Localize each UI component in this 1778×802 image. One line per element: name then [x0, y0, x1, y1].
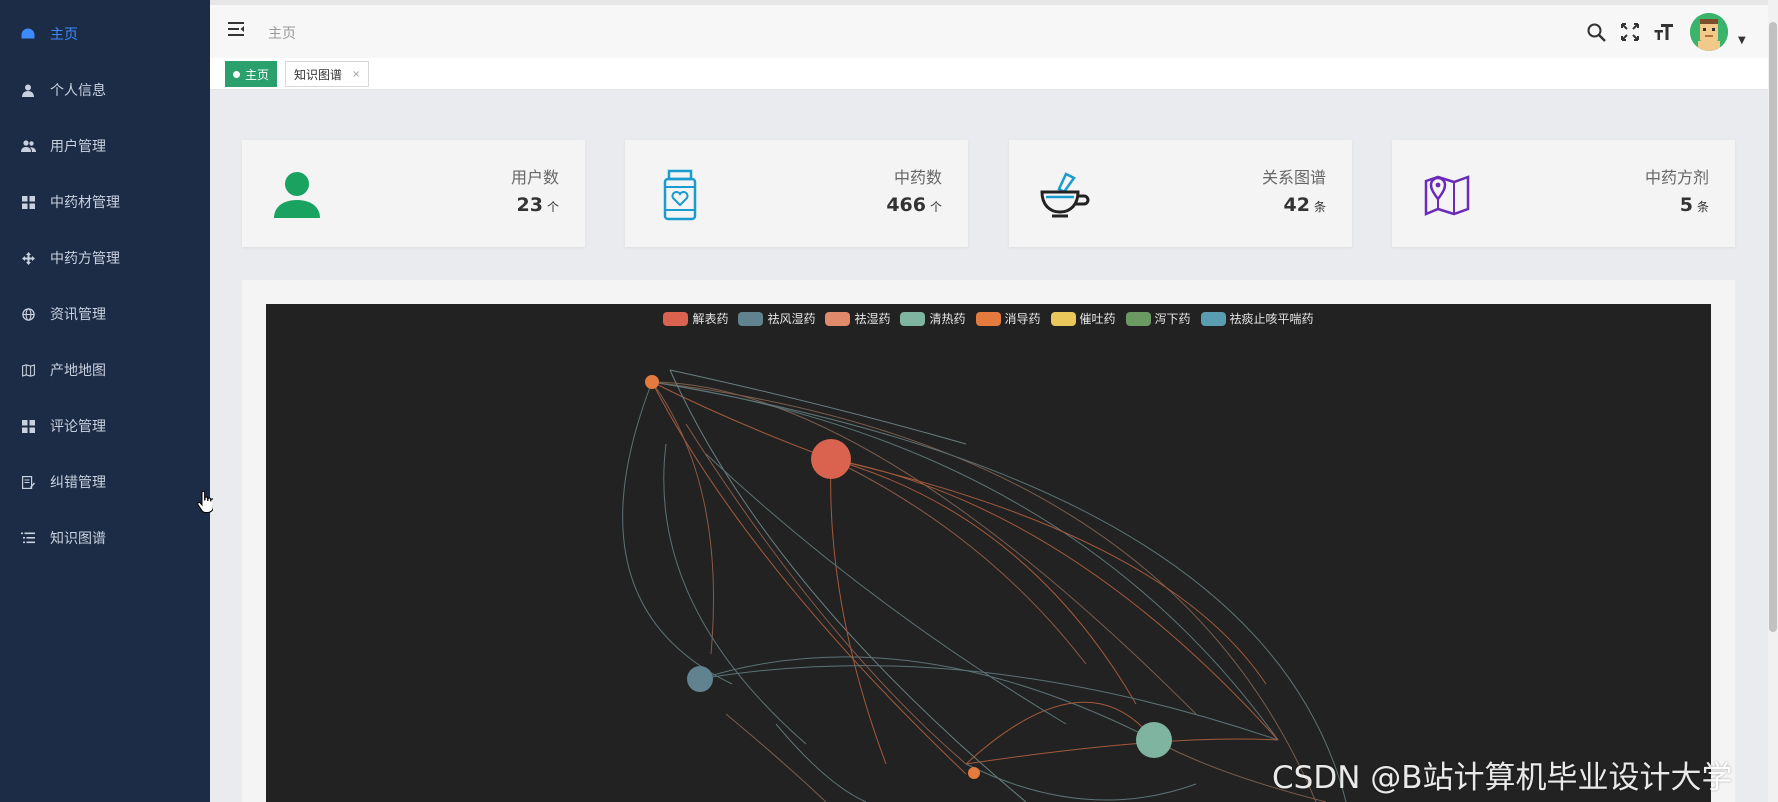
- stat-label: 关系图谱: [1261, 168, 1326, 187]
- graph-node[interactable]: [968, 767, 980, 779]
- stat-unit: 个: [546, 200, 559, 214]
- sidebar-item-herbs[interactable]: 中药材管理: [0, 174, 210, 230]
- grid-icon: [20, 194, 36, 210]
- tab-label: 主页: [245, 67, 270, 82]
- sidebar-item-label: 主页: [50, 27, 78, 43]
- user-icon: [20, 82, 36, 98]
- avatar[interactable]: [1690, 13, 1728, 51]
- stat-card-prescriptions: 中药方剂 5条: [1392, 140, 1735, 247]
- map-pin-icon: [1420, 168, 1474, 222]
- knowledge-graph-canvas[interactable]: 解表药 祛风湿药 祛湿药 清热药 消导药 催吐药 泻下药 祛痰止咳平喘药: [266, 304, 1711, 802]
- stat-unit: 个: [929, 200, 942, 214]
- font-size-icon[interactable]: [1653, 21, 1675, 43]
- grid-icon: [20, 418, 36, 434]
- sidebar-item-knowledge-graph[interactable]: 知识图谱: [0, 510, 210, 566]
- stat-label: 用户数: [510, 168, 559, 187]
- users-icon: [20, 138, 36, 154]
- active-dot-icon: [233, 70, 240, 78]
- fullscreen-icon[interactable]: [1619, 21, 1641, 43]
- sidebar-item-label: 评论管理: [50, 419, 106, 435]
- dashboard-icon: [20, 26, 36, 42]
- sidebar-item-label: 用户管理: [50, 139, 106, 155]
- scrollbar-thumb[interactable]: [1769, 22, 1777, 632]
- sidebar-item-label: 中药材管理: [50, 195, 120, 211]
- map-icon: [20, 362, 36, 378]
- sidebar-item-profile[interactable]: 个人信息: [0, 62, 210, 118]
- breadcrumb: 主页: [268, 26, 296, 42]
- sidebar-item-users[interactable]: 用户管理: [0, 118, 210, 174]
- globe-icon: [20, 306, 36, 322]
- graph-node[interactable]: [1136, 722, 1172, 758]
- sidebar-item-label: 产地地图: [50, 363, 106, 379]
- search-icon[interactable]: [1585, 21, 1607, 43]
- close-icon[interactable]: ×: [352, 69, 360, 80]
- top-bar: 主页 ▼: [210, 0, 1778, 58]
- menu-toggle-icon[interactable]: [228, 21, 244, 40]
- sidebar-item-prescriptions[interactable]: 中药方管理: [0, 230, 210, 286]
- tab-knowledge-graph[interactable]: 知识图谱 ×: [285, 61, 370, 87]
- graph-node[interactable]: [811, 439, 851, 479]
- mortar-pestle-icon: [1037, 168, 1091, 222]
- stat-card-users: 用户数 23 个: [242, 140, 585, 247]
- stat-card-herbs: 中药数 466 个: [625, 140, 968, 247]
- watermark-text: CSDN @B站计算机毕业设计大学: [1272, 760, 1733, 796]
- graph-node[interactable]: [687, 666, 713, 692]
- move-icon: [20, 250, 36, 266]
- stat-label: 中药数: [893, 168, 942, 187]
- list-icon: [20, 530, 36, 546]
- stat-value: 42 条: [1283, 194, 1326, 216]
- medicine-bottle-icon: [653, 168, 707, 222]
- hand-cursor-icon: [197, 490, 214, 517]
- sidebar-item-label: 知识图谱: [50, 531, 106, 547]
- person-icon: [270, 168, 324, 222]
- sidebar-item-origin-map[interactable]: 产地地图: [0, 342, 210, 398]
- stat-label: 中药方剂: [1644, 168, 1709, 187]
- sidebar-item-label: 中药方管理: [50, 251, 120, 267]
- tab-label: 知识图谱: [294, 67, 343, 82]
- stat-unit: 条: [1313, 200, 1326, 214]
- sidebar-item-comments[interactable]: 评论管理: [0, 398, 210, 454]
- edit-doc-icon: [20, 474, 36, 490]
- sidebar-item-label: 纠错管理: [50, 475, 106, 491]
- sidebar-item-label: 个人信息: [50, 83, 106, 99]
- stat-value: 5条: [1679, 194, 1709, 216]
- sidebar: 主页 个人信息 用户管理 中药材管理 中药方管理 资讯管理 产地地图 评论管理 …: [0, 0, 210, 802]
- chevron-down-icon[interactable]: ▼: [1738, 35, 1746, 46]
- sidebar-item-home[interactable]: 主页: [0, 6, 210, 62]
- stat-value: 23 个: [516, 194, 559, 216]
- stat-card-relations: 关系图谱 42 条: [1009, 140, 1352, 247]
- stat-unit: 条: [1696, 200, 1709, 214]
- tab-home[interactable]: 主页: [225, 61, 278, 87]
- graph-node[interactable]: [645, 375, 659, 389]
- graph-edges: [622, 369, 1347, 802]
- sidebar-item-label: 资讯管理: [50, 307, 106, 323]
- tabs-bar: 主页 知识图谱 ×: [210, 58, 1768, 90]
- stat-value: 466 个: [886, 194, 942, 216]
- sidebar-item-corrections[interactable]: 纠错管理: [0, 454, 210, 510]
- sidebar-item-news[interactable]: 资讯管理: [0, 286, 210, 342]
- scrollbar[interactable]: [1768, 0, 1778, 802]
